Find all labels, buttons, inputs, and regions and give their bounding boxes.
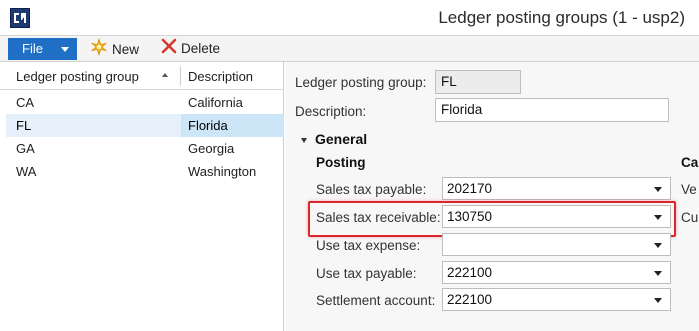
window-title: Ledger posting groups (1 - usp2) (438, 8, 685, 27)
dropdown-arrow-icon[interactable] (654, 271, 662, 276)
posting-heading: Posting (316, 155, 366, 170)
sales-tax-payable-field[interactable]: 202170 (442, 177, 671, 200)
use-tax-expense-label: Use tax expense: (316, 238, 421, 253)
use-tax-payable-value: 222100 (447, 265, 493, 280)
use-tax-payable-label: Use tax payable: (316, 266, 417, 281)
title-bar: Ledger posting groups (1 - usp2) (0, 0, 699, 36)
chevron-down-icon (61, 47, 69, 52)
settlement-account-value: 222100 (447, 292, 493, 307)
new-label: New (112, 42, 140, 58)
cell-description: Washington (188, 164, 257, 179)
right-field-label: Ve (681, 182, 697, 197)
description-field[interactable]: Florida (435, 98, 669, 122)
sales-tax-payable-value: 202170 (447, 181, 493, 196)
table-row[interactable]: WA Washington (0, 160, 284, 183)
ledger-group-grid: Ledger posting group Description CA Cali… (0, 62, 284, 331)
ledger-posting-group-field[interactable]: FL (435, 70, 521, 94)
cell-description: California (188, 95, 243, 110)
highlight-box (308, 201, 676, 237)
file-menu-button[interactable]: File (8, 38, 77, 60)
cell-group: WA (16, 164, 37, 179)
cell-group: FL (16, 118, 32, 133)
grid-header: Ledger posting group Description (0, 62, 284, 90)
cell-group: GA (16, 141, 35, 156)
table-row[interactable]: GA Georgia (0, 137, 284, 160)
detail-pane: Ledger posting group: FL Description: Fl… (285, 62, 699, 331)
sales-tax-payable-label: Sales tax payable: (316, 182, 427, 197)
column-header-description[interactable]: Description (188, 69, 253, 84)
general-section-header[interactable]: General (301, 131, 367, 147)
right-column-heading: Ca (681, 155, 699, 170)
app-icon[interactable] (10, 8, 30, 28)
dropdown-arrow-icon[interactable] (654, 243, 662, 248)
table-row-selected[interactable]: FL Florida (0, 114, 284, 137)
settlement-account-label: Settlement account: (316, 293, 436, 308)
action-pane: File New Delete (0, 36, 699, 62)
right-field-label: Cu (681, 210, 699, 225)
sort-ascending-icon (162, 73, 168, 77)
selection-highlight (6, 114, 181, 137)
use-tax-payable-field[interactable]: 222100 (442, 261, 671, 284)
settlement-account-field[interactable]: 222100 (442, 288, 671, 311)
use-tax-expense-field[interactable] (442, 233, 671, 256)
cell-description: Georgia (188, 141, 235, 156)
file-label: File (22, 41, 43, 56)
cell-description: Florida (188, 118, 228, 133)
dropdown-arrow-icon[interactable] (654, 187, 662, 192)
new-button[interactable]: New (90, 38, 139, 60)
ledger-posting-group-label: Ledger posting group: (295, 75, 427, 90)
delete-label: Delete (181, 41, 221, 57)
description-label: Description: (295, 104, 367, 119)
table-row[interactable]: CA California (0, 91, 284, 114)
general-section-title: General (315, 131, 368, 147)
delete-button[interactable]: Delete (161, 38, 220, 60)
sparkle-new-icon (90, 38, 108, 63)
column-header-group[interactable]: Ledger posting group (16, 69, 139, 84)
cell-group: CA (16, 95, 35, 110)
column-divider[interactable] (180, 66, 181, 86)
dropdown-arrow-icon[interactable] (654, 298, 662, 303)
delete-x-icon (161, 38, 177, 61)
collapse-triangle-icon (301, 137, 307, 143)
